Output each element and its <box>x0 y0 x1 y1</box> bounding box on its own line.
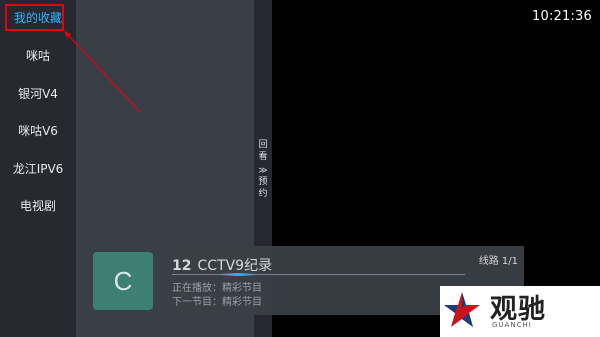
sidebar-item-tv-series[interactable]: 电视剧 <box>0 193 76 219</box>
category-sidebar: 我的收藏 咪咕 银河V4 咪咕V6 龙江IPV6 电视剧 <box>0 0 76 337</box>
watermark-subtext: GUANCHI <box>492 321 532 329</box>
watermark: 观驰 GUANCHI <box>440 286 600 337</box>
playback-label-char-1: 回 <box>258 140 268 150</box>
channel-title: 12 CCTV9纪录 <box>172 255 272 275</box>
sidebar-item-yinhe-v4[interactable]: 银河V4 <box>0 81 76 107</box>
double-chevron-right-icon: ≫ <box>258 166 268 176</box>
playback-label-char-2: 看 <box>258 152 268 162</box>
watermark-star-logo <box>444 292 480 327</box>
sidebar-item-longjiang-ipv6[interactable]: 龙江IPV6 <box>0 156 76 182</box>
tv-player-screen: 我的收藏 咪咕 银河V4 咪咕V6 龙江IPV6 电视剧 回 看 ≫ 预 约 1… <box>0 0 600 337</box>
now-playing-text: 正在播放：精彩节目 <box>172 283 262 294</box>
sidebar-item-migu[interactable]: 咪咕 <box>0 43 76 69</box>
route-indicator: 线路 1/1 <box>478 256 518 267</box>
clock: 10:21:36 <box>532 9 592 24</box>
channel-name: CCTV9纪录 <box>197 258 273 274</box>
program-progress-fill <box>220 273 256 276</box>
reserve-label-char-2: 约 <box>258 189 268 199</box>
selection-highlight-box <box>5 4 64 31</box>
reserve-label-char-1: 预 <box>258 177 268 187</box>
next-program-text: 下一节目：精彩节目 <box>172 297 262 308</box>
sidebar-item-migu-v6[interactable]: 咪咕V6 <box>0 118 76 144</box>
program-progress-bar <box>172 273 465 276</box>
channel-number: 12 <box>172 258 192 274</box>
channel-logo-tile: C <box>93 252 153 310</box>
